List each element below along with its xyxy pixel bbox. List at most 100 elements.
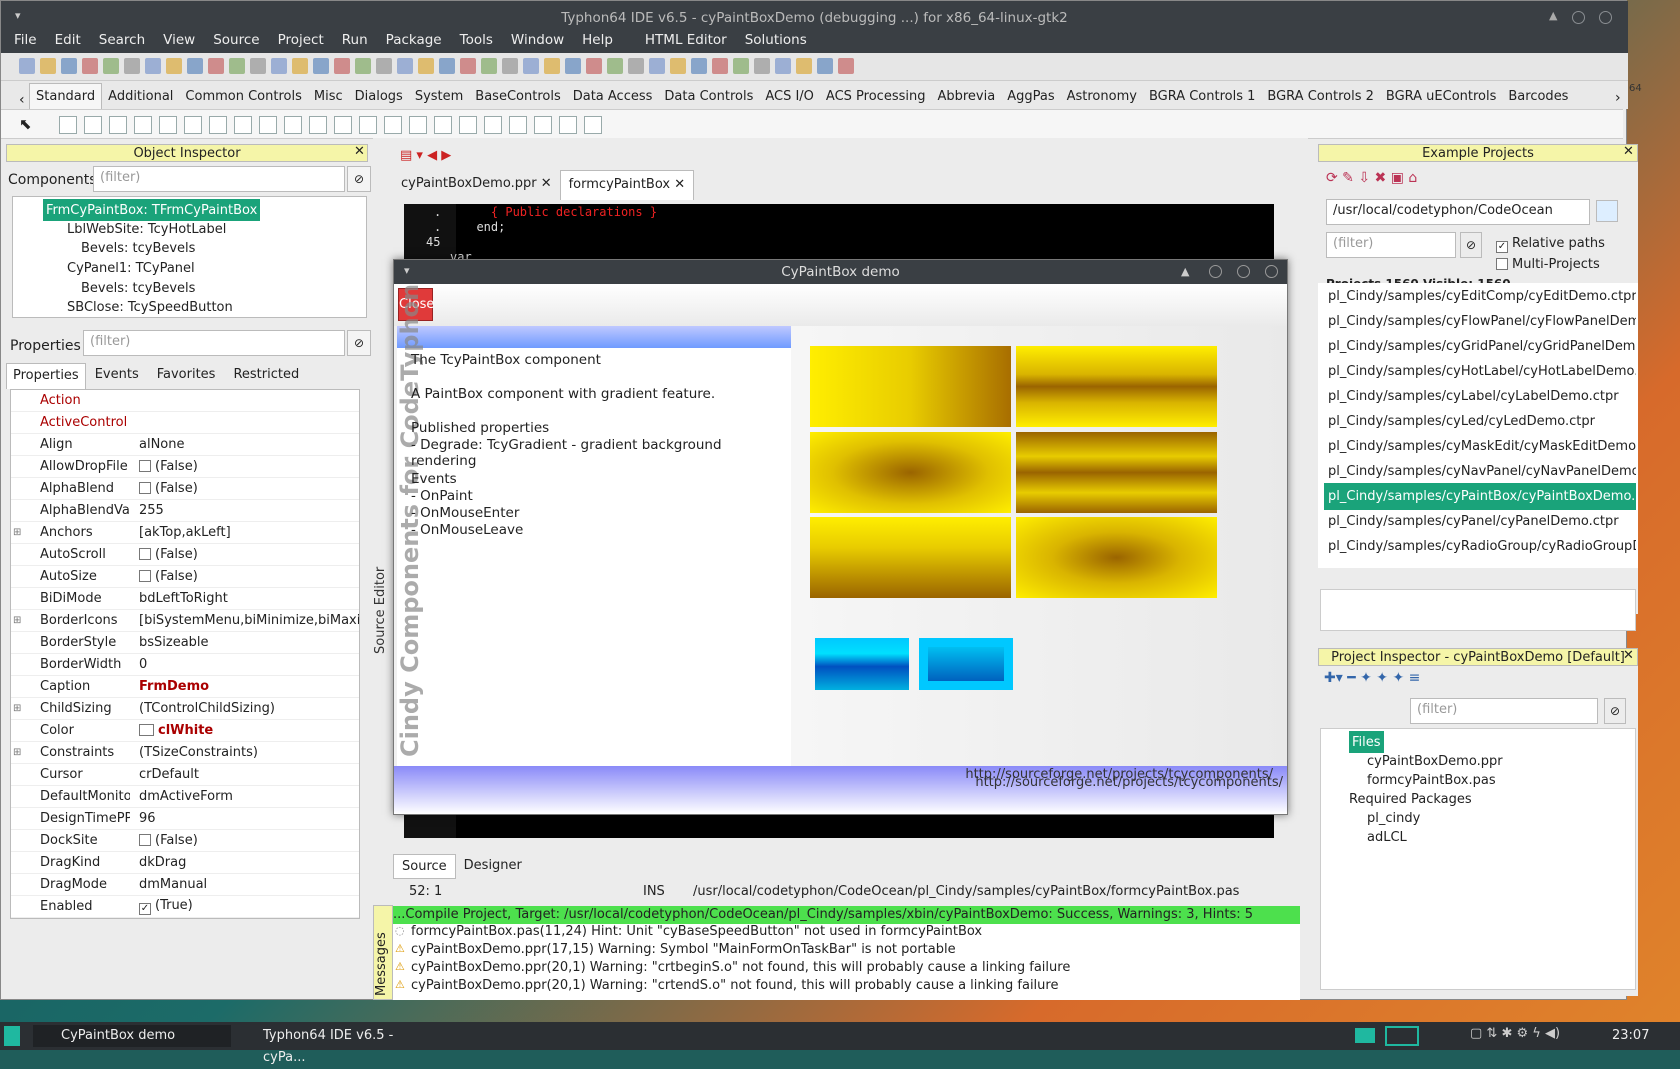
example-toolbar-icons[interactable]: ⟳ ✎ ⇩ ✖ ▣ ⌂ bbox=[1326, 170, 1417, 186]
components-filter-input[interactable]: (filter) bbox=[93, 166, 345, 192]
property-value[interactable]: 255 bbox=[139, 503, 359, 518]
toolbar-button-icon[interactable] bbox=[481, 58, 497, 74]
property-value[interactable]: (TControlChildSizing) bbox=[139, 701, 359, 716]
tab-formcypaintbox[interactable]: formcyPaintBox ✕ bbox=[559, 170, 695, 200]
toolbar-button-icon[interactable] bbox=[292, 58, 308, 74]
close-icon[interactable]: ✕ bbox=[354, 144, 365, 159]
property-value[interactable]: clWhite bbox=[139, 723, 359, 738]
expand-icon[interactable]: ⊞ bbox=[13, 747, 25, 758]
example-project-item[interactable]: pl_Cindy/samples/cyNavPanel/cyNavPanelDe… bbox=[1324, 458, 1636, 485]
property-row[interactable]: AlphaBlendVa 255 bbox=[11, 500, 359, 522]
property-value[interactable]: 96 bbox=[139, 811, 359, 826]
toolbar-button-icon[interactable] bbox=[376, 58, 392, 74]
property-value[interactable]: (False) bbox=[139, 833, 359, 848]
palette-component-icon[interactable] bbox=[459, 116, 477, 134]
property-value[interactable]: bsSizeable bbox=[139, 635, 359, 650]
paintbox-horizontal-gradient[interactable] bbox=[810, 346, 1011, 427]
toolbar-button-icon[interactable] bbox=[82, 58, 98, 74]
message-line[interactable]: cyPaintBoxDemo.ppr(20,1) Warning: "crtbe… bbox=[411, 960, 1070, 975]
toolbar-button-icon[interactable] bbox=[523, 58, 539, 74]
toolbar-button-icon[interactable] bbox=[670, 58, 686, 74]
palette-component-icon[interactable] bbox=[134, 116, 152, 134]
palette-component-icon[interactable] bbox=[159, 116, 177, 134]
toolbar-button-icon[interactable] bbox=[796, 58, 812, 74]
menu-solutions[interactable]: Solutions bbox=[736, 29, 816, 53]
menu-view[interactable]: View bbox=[154, 29, 204, 53]
palette-component-icon[interactable] bbox=[234, 116, 252, 134]
paintbox-band-gradient[interactable] bbox=[1016, 432, 1217, 513]
toolbar-button-icon[interactable] bbox=[586, 58, 602, 74]
palette-tab-bgra-controls-1[interactable]: BGRA Controls 1 bbox=[1143, 84, 1261, 109]
menu-help[interactable]: Help bbox=[573, 29, 622, 53]
project-tree-item[interactable]: adLCL bbox=[1367, 826, 1407, 848]
close-icon[interactable]: ✕ bbox=[1623, 648, 1634, 663]
palette-tab-acs-processing[interactable]: ACS Processing bbox=[820, 84, 932, 109]
property-row[interactable]: AllowDropFile (False) bbox=[11, 456, 359, 478]
palette-tab-misc[interactable]: Misc bbox=[308, 84, 349, 109]
palette-tab-aggpas[interactable]: AggPas bbox=[1001, 84, 1060, 109]
close-icon[interactable]: ✕ bbox=[541, 176, 552, 191]
editor-toolbar-icons[interactable]: ▤ ▾ ◀ ▶ bbox=[400, 148, 451, 163]
palette-component-icon[interactable] bbox=[384, 116, 402, 134]
palette-component-icon[interactable] bbox=[484, 116, 502, 134]
checkbox-icon[interactable] bbox=[139, 570, 151, 582]
toolbar-button-icon[interactable] bbox=[40, 58, 56, 74]
palette-tab-system[interactable]: System bbox=[409, 84, 469, 109]
toolbar-button-icon[interactable] bbox=[775, 58, 791, 74]
property-row[interactable]: Constraints (TSizeConstraints) ⊞ bbox=[11, 742, 359, 764]
palette-tab-astronomy[interactable]: Astronomy bbox=[1061, 84, 1143, 109]
tab-restricted[interactable]: Restricted bbox=[224, 363, 308, 389]
example-project-item[interactable]: pl_Cindy/samples/cyFlowPanel/cyFlowPanel… bbox=[1324, 308, 1636, 335]
toolbar-button-icon[interactable] bbox=[124, 58, 140, 74]
palette-component-icon[interactable] bbox=[534, 116, 552, 134]
property-value[interactable]: (TSizeConstraints) bbox=[139, 745, 359, 760]
window-menu-icon[interactable]: ▾ bbox=[404, 264, 410, 277]
toolbar-button-icon[interactable] bbox=[334, 58, 350, 74]
toolbar-button-icon[interactable] bbox=[187, 58, 203, 74]
toolbar-button-icon[interactable] bbox=[439, 58, 455, 74]
message-line[interactable]: cyPaintBoxDemo.ppr(17,15) Warning: Symbo… bbox=[411, 942, 956, 957]
toolbar-button-icon[interactable] bbox=[271, 58, 287, 74]
toolbar-button-icon[interactable] bbox=[817, 58, 833, 74]
menu-run[interactable]: Run bbox=[333, 29, 377, 53]
toolbar-button-icon[interactable] bbox=[628, 58, 644, 74]
property-row[interactable]: Color clWhite bbox=[11, 720, 359, 742]
tab-designer[interactable]: Designer bbox=[456, 854, 530, 879]
paintbox-cyan-gradient[interactable] bbox=[815, 638, 909, 690]
toolbar-button-icon[interactable] bbox=[733, 58, 749, 74]
property-value[interactable]: [biSystemMenu,biMinimize,biMaximiz bbox=[139, 613, 359, 628]
property-value[interactable]: FrmDemo bbox=[139, 679, 359, 694]
toolbar-button-icon[interactable] bbox=[208, 58, 224, 74]
palette-component-icon[interactable] bbox=[584, 116, 602, 134]
checkbox-icon[interactable] bbox=[139, 460, 151, 472]
palette-component-icon[interactable] bbox=[434, 116, 452, 134]
property-row[interactable]: Caption FrmDemo bbox=[11, 676, 359, 698]
toolbar-button-icon[interactable] bbox=[145, 58, 161, 74]
property-row[interactable]: DockSite (False) bbox=[11, 830, 359, 852]
paintbox-blue-gradient[interactable] bbox=[919, 638, 1013, 690]
toolbar-button-icon[interactable] bbox=[607, 58, 623, 74]
property-value[interactable]: dmManual bbox=[139, 877, 359, 892]
path-input[interactable]: /usr/local/codetyphon/CodeOcean bbox=[1326, 199, 1590, 225]
checkbox-icon[interactable]: ✓ bbox=[139, 903, 151, 915]
property-row[interactable]: Cursor crDefault bbox=[11, 764, 359, 786]
menu-source[interactable]: Source bbox=[204, 29, 268, 53]
message-line[interactable]: cyPaintBoxDemo.ppr(20,1) Warning: "crten… bbox=[411, 978, 1058, 993]
tree-item[interactable]: SBClose: TcySpeedButton bbox=[67, 296, 233, 318]
property-value[interactable]: (False) bbox=[139, 569, 359, 584]
toolbar-button-icon[interactable] bbox=[418, 58, 434, 74]
example-project-item[interactable]: pl_Cindy/samples/cyLed/cyLedDemo.ctpr bbox=[1324, 408, 1636, 435]
property-value[interactable]: (False) bbox=[139, 481, 359, 496]
palette-tab-bgra-controls-2[interactable]: BGRA Controls 2 bbox=[1261, 84, 1379, 109]
menu-search[interactable]: Search bbox=[90, 29, 154, 53]
palette-component-icon[interactable] bbox=[84, 116, 102, 134]
workspace-1-icon[interactable] bbox=[1355, 1028, 1375, 1043]
menu-html-editor[interactable]: HTML Editor bbox=[636, 29, 736, 53]
clear-filter-icon[interactable]: ⊘ bbox=[1604, 698, 1626, 724]
tree-item[interactable]: Bevels: tcyBevels bbox=[81, 237, 195, 259]
workspace-2-icon[interactable] bbox=[1385, 1026, 1419, 1046]
example-project-item[interactable]: pl_Cindy/samples/cyHotLabel/cyHotLabelDe… bbox=[1324, 358, 1636, 385]
close-window-button[interactable] bbox=[1265, 265, 1278, 278]
palette-component-icon[interactable] bbox=[59, 116, 77, 134]
menu-package[interactable]: Package bbox=[377, 29, 451, 53]
